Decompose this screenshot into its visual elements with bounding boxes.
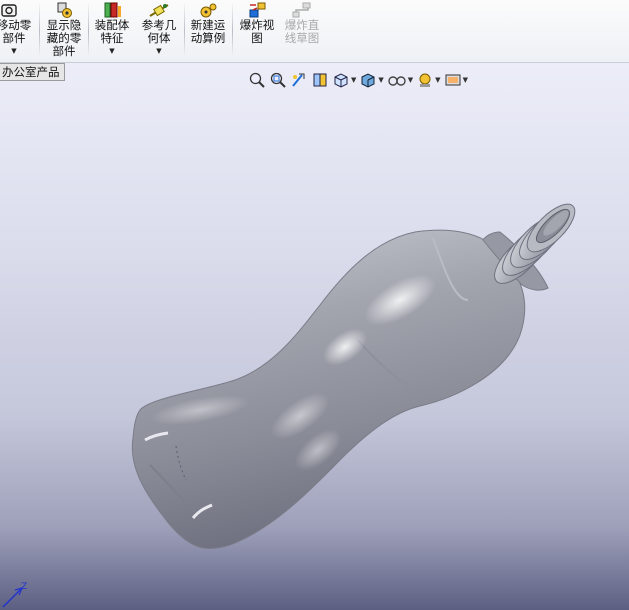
view-orientation-icon [334, 73, 348, 88]
hide-show-items-button[interactable]: ▼ [387, 71, 413, 89]
view-orientation-button[interactable]: ▼ [332, 71, 356, 89]
display-style-button[interactable]: ▼ [359, 71, 384, 89]
apply-scene-button[interactable]: ▼ [444, 71, 468, 89]
previous-view-button[interactable] [290, 71, 308, 89]
show-hidden-components-icon [43, 2, 85, 19]
chevron-down-icon[interactable]: ▼ [378, 76, 383, 84]
bottle-model[interactable]: Z [0, 63, 629, 610]
display-style-icon [361, 73, 375, 88]
ribbon-separator [184, 4, 185, 58]
apply-scene-icon [445, 74, 461, 86]
bottle-body[interactable] [131, 229, 526, 549]
zoom-to-fit-button[interactable] [248, 71, 266, 89]
reference-geometry-icon [138, 2, 180, 19]
chevron-down-icon[interactable]: ▼ [92, 47, 132, 56]
edit-appearance-icon [419, 73, 431, 87]
heads-up-view-toolbar: ▼ ▼ ▼ ▼ ▼ [248, 70, 471, 90]
command-manager-ribbon: 移动零 部件 ▼ 显示隐 藏的零 部件 装配体 特征 ▼ 参考几 何体 ▼ 新建… [0, 0, 629, 63]
document-tab[interactable]: 办公室产品 [0, 63, 65, 81]
show-hidden-components-button[interactable]: 显示隐 藏的零 部件 [43, 2, 85, 58]
exploded-view-icon [236, 2, 278, 19]
assembly-features-icon [92, 2, 132, 19]
chevron-down-icon[interactable]: ▼ [435, 76, 440, 84]
chevron-down-icon[interactable]: ▼ [138, 47, 180, 56]
ribbon-separator [232, 4, 233, 58]
coordinate-triad: Z [2, 582, 27, 608]
edit-appearance-button[interactable]: ▼ [416, 71, 441, 89]
ribbon-separator [39, 4, 40, 58]
explode-line-sketch-button[interactable]: 爆炸直 线草图 [281, 2, 323, 45]
exploded-view-button[interactable]: 爆炸视 图 [236, 2, 278, 45]
zoom-to-fit-icon [249, 72, 265, 88]
zoom-to-area-button[interactable] [269, 71, 287, 89]
section-view-icon [313, 73, 327, 87]
hide-show-items-icon [388, 76, 406, 86]
graphics-viewport[interactable]: Z [0, 63, 629, 610]
move-component-button[interactable]: 移动零 部件 ▼ [0, 2, 34, 56]
move-component-icon [0, 2, 34, 19]
chevron-down-icon[interactable]: ▼ [0, 47, 34, 56]
ribbon-separator [88, 4, 89, 58]
triad-z-label: Z [21, 582, 27, 592]
explode-line-sketch-icon [281, 2, 323, 19]
previous-view-icon [292, 73, 305, 87]
chevron-down-icon[interactable]: ▼ [351, 76, 356, 84]
section-view-button[interactable] [311, 71, 329, 89]
chevron-down-icon[interactable]: ▼ [463, 76, 468, 84]
zoom-to-area-icon [270, 72, 286, 88]
chevron-down-icon[interactable]: ▼ [408, 76, 413, 84]
assembly-features-button[interactable]: 装配体 特征 ▼ [92, 2, 132, 56]
reference-geometry-button[interactable]: 参考几 何体 ▼ [138, 2, 180, 56]
new-motion-study-icon [187, 2, 229, 19]
new-motion-study-button[interactable]: 新建运 动算例 [187, 2, 229, 45]
